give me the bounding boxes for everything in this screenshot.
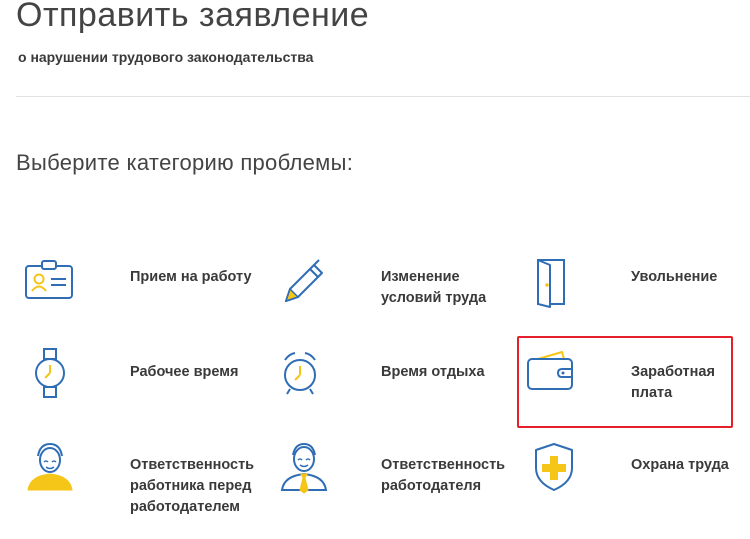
pen-icon bbox=[284, 259, 323, 303]
worker-icon bbox=[27, 442, 73, 491]
category-label: Охрана труда bbox=[631, 457, 729, 473]
category-label: Время отдыха bbox=[381, 364, 485, 380]
category-label: Изменение условий труда bbox=[381, 269, 487, 306]
category-rest-time[interactable]: Время отдыха bbox=[276, 345, 516, 405]
category-dismissal[interactable]: Увольнение bbox=[526, 255, 736, 315]
alarm-clock-icon bbox=[284, 352, 316, 395]
section-heading: Выберите категорию проблемы: bbox=[16, 150, 354, 175]
category-label: Ответственность работника перед работода… bbox=[130, 457, 255, 515]
page-title: Отправить заявление bbox=[16, 0, 370, 34]
selection-highlight bbox=[517, 336, 733, 428]
category-label: Рабочее время bbox=[130, 364, 239, 380]
door-icon bbox=[537, 259, 565, 308]
category-worker-liability[interactable]: Ответственность работника перед работода… bbox=[22, 440, 262, 520]
page-subtitle: о нарушении трудового законодательства bbox=[18, 49, 314, 65]
category-employer-liability[interactable]: Ответственность работодателя bbox=[276, 440, 516, 520]
wristwatch-icon bbox=[35, 348, 65, 398]
category-labor-protection[interactable]: Охрана труда bbox=[526, 440, 736, 500]
shield-cross-icon bbox=[535, 443, 573, 491]
employer-icon bbox=[280, 442, 328, 494]
category-working-hours[interactable]: Рабочее время bbox=[22, 345, 262, 405]
category-label: Увольнение bbox=[631, 269, 718, 285]
category-label: Прием на работу bbox=[130, 269, 252, 285]
category-conditions-change[interactable]: Изменение условий труда bbox=[276, 255, 516, 315]
category-hiring[interactable]: Прием на работу bbox=[22, 255, 262, 315]
category-label: Ответственность работодателя bbox=[381, 457, 506, 494]
header-divider bbox=[16, 96, 750, 97]
id-badge-icon bbox=[25, 260, 73, 299]
